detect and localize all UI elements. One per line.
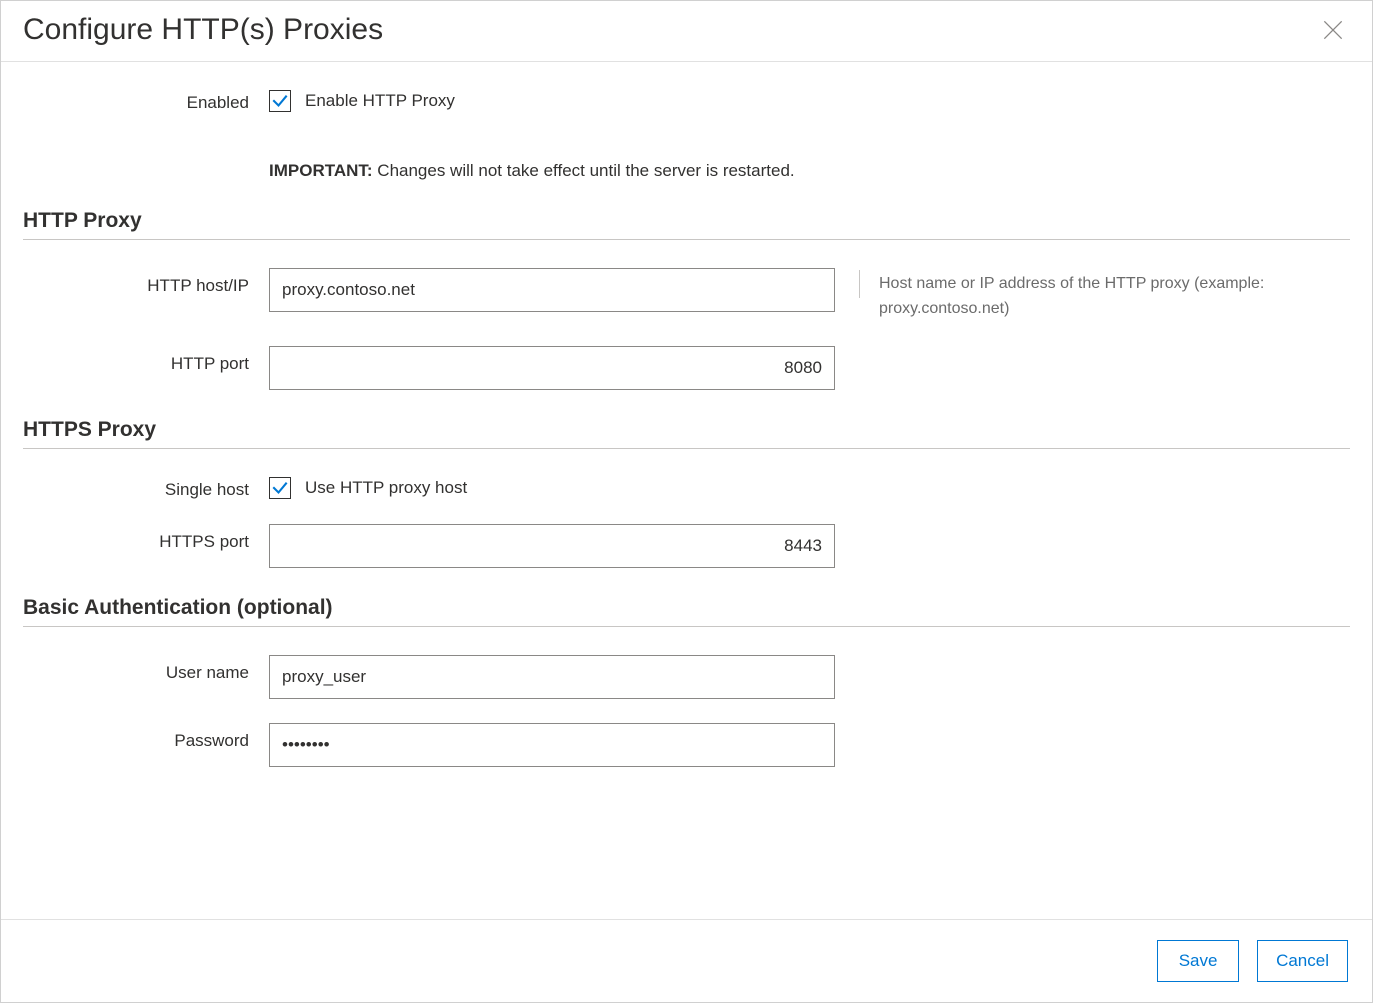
section-basic-auth: Basic Authentication (optional) [23,596,1350,627]
important-note: IMPORTANT: Changes will not take effect … [269,135,795,181]
important-message: Changes will not take effect until the s… [373,161,795,180]
section-http-proxy: HTTP Proxy [23,209,1350,240]
important-row: IMPORTANT: Changes will not take effect … [23,135,1350,181]
dialog-header: Configure HTTP(s) Proxies [1,1,1372,62]
use-http-proxy-host-label[interactable]: Use HTTP proxy host [305,478,467,498]
password-label: Password [23,723,269,751]
http-port-input[interactable] [269,346,835,390]
username-input[interactable] [269,655,835,699]
checkmark-icon [271,479,289,497]
single-host-label: Single host [23,477,269,500]
enable-http-proxy-checkbox[interactable] [269,90,291,112]
http-host-input[interactable] [269,268,835,312]
https-port-label: HTTPS port [23,524,269,552]
single-host-row: Single host Use HTTP proxy host [23,477,1350,500]
enabled-label: Enabled [23,90,269,113]
enabled-control: Enable HTTP Proxy [269,90,835,112]
username-label: User name [23,655,269,683]
https-port-input[interactable] [269,524,835,568]
http-host-row: HTTP host/IP Host name or IP address of … [23,268,1350,322]
use-http-proxy-host-checkbox[interactable] [269,477,291,499]
http-port-row: HTTP port [23,346,1350,390]
close-icon [1320,17,1346,43]
password-row: Password [23,723,1350,767]
http-host-help: Host name or IP address of the HTTP prox… [835,268,1350,322]
checkmark-icon [271,92,289,110]
enable-http-proxy-label[interactable]: Enable HTTP Proxy [305,91,455,111]
dialog-footer: Save Cancel [1,919,1372,1002]
dialog-title: Configure HTTP(s) Proxies [23,13,383,47]
http-host-label: HTTP host/IP [23,268,269,296]
dialog-body: Enabled Enable HTTP Proxy IMPORTANT: Cha… [1,62,1372,919]
configure-proxies-dialog: Configure HTTP(s) Proxies Enabled Enable… [0,0,1373,1003]
close-button[interactable] [1316,13,1350,47]
enabled-row: Enabled Enable HTTP Proxy [23,90,1350,113]
https-port-row: HTTPS port [23,524,1350,568]
save-button[interactable]: Save [1157,940,1239,982]
important-prefix: IMPORTANT: [269,161,373,180]
password-input[interactable] [269,723,835,767]
username-row: User name [23,655,1350,699]
section-https-proxy: HTTPS Proxy [23,418,1350,449]
cancel-button[interactable]: Cancel [1257,940,1348,982]
http-port-label: HTTP port [23,346,269,374]
